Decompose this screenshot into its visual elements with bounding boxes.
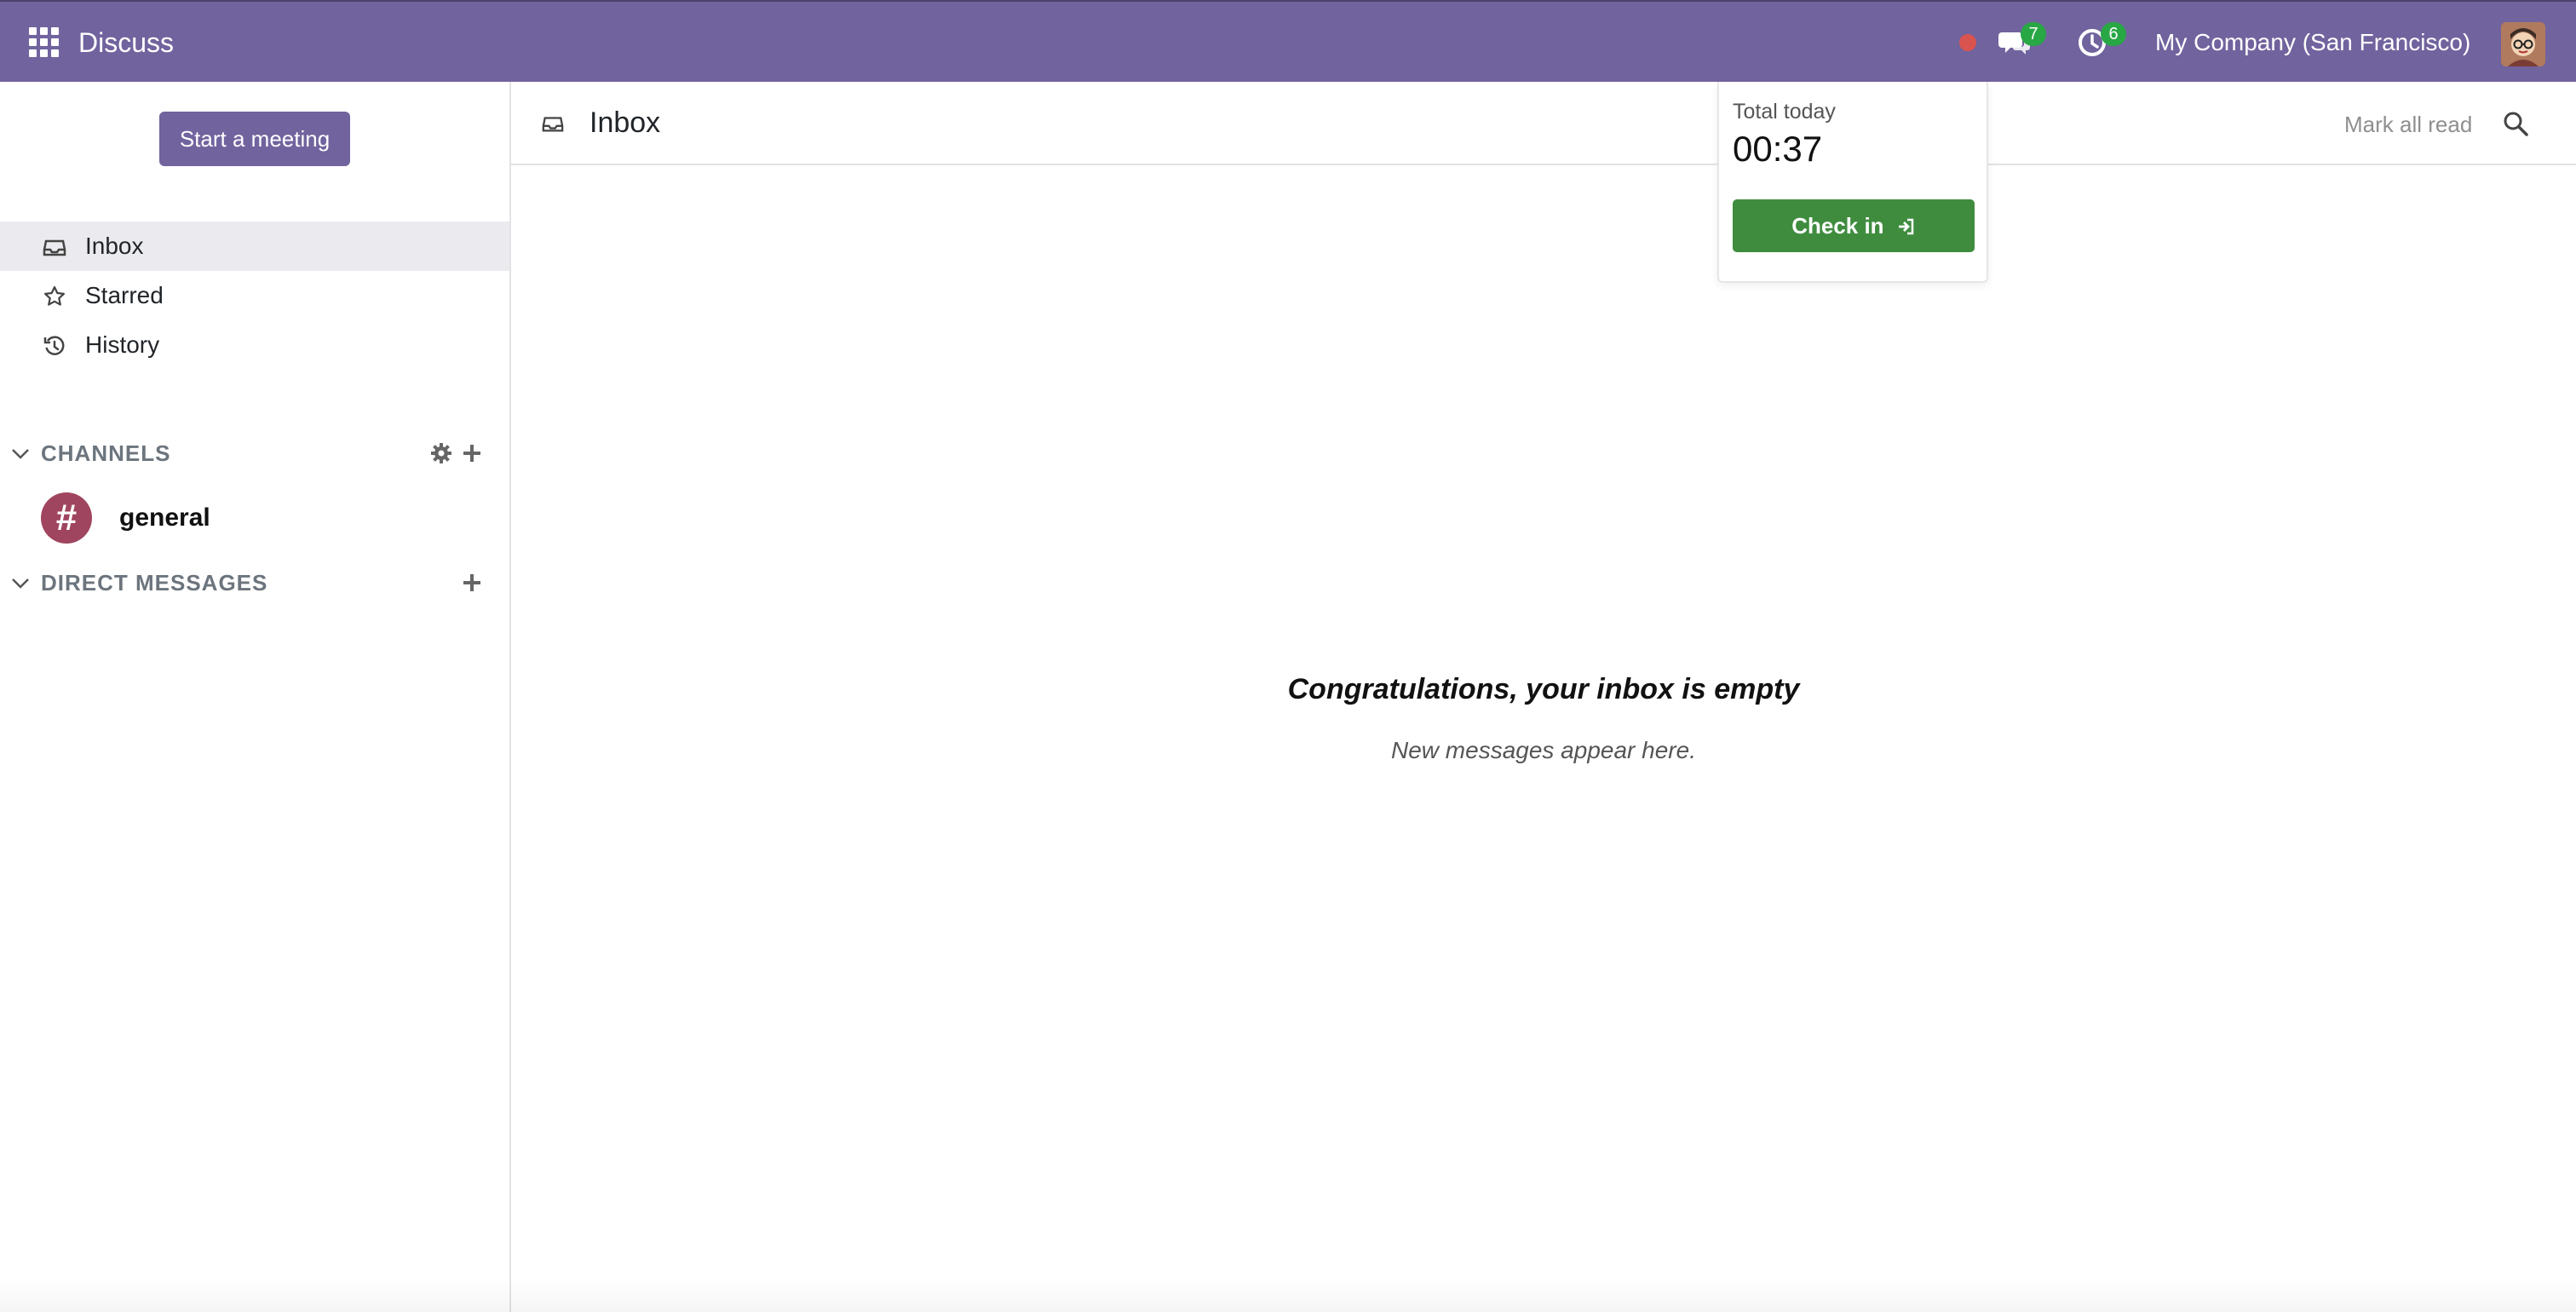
chat-count-badge: 7 <box>2021 22 2046 46</box>
user-avatar[interactable] <box>2501 22 2545 66</box>
main-header: Inbox Mark all read <box>511 82 2576 165</box>
total-today-time: 00:37 <box>1733 129 1823 169</box>
total-today-label: Total today <box>1733 100 1836 124</box>
sidebar-item-label: History <box>85 331 160 358</box>
activity-count-badge: 6 <box>2101 22 2126 46</box>
page-title: Inbox <box>589 106 661 139</box>
check-in-label: Check in <box>1791 213 1884 239</box>
history-icon <box>43 334 66 358</box>
direct-messages-section-header[interactable]: DIRECT MESSAGES <box>0 566 509 600</box>
sidebar-item-label: Starred <box>85 282 164 308</box>
add-channel-icon[interactable] <box>460 441 484 465</box>
gear-icon[interactable] <box>429 441 453 465</box>
chevron-down-icon[interactable] <box>10 443 31 463</box>
sidebar-item-history[interactable]: History <box>0 320 509 370</box>
star-icon <box>43 285 66 308</box>
direct-messages-title: DIRECT MESSAGES <box>41 570 268 596</box>
recording-status-icon[interactable] <box>1959 34 1976 51</box>
add-direct-message-icon[interactable] <box>460 571 484 595</box>
attendance-popover: Total today 00:37 Check in <box>1717 82 1988 283</box>
top-navbar: Discuss 7 6 My Company (San Francisco) <box>0 0 2576 82</box>
bottom-shadow <box>0 1278 2576 1312</box>
channels-section-header[interactable]: CHANNELS <box>0 436 509 470</box>
channels-title: CHANNELS <box>41 440 171 466</box>
mark-all-read-button[interactable]: Mark all read <box>2344 111 2472 138</box>
app-title[interactable]: Discuss <box>78 26 174 60</box>
sidebar-item-inbox[interactable]: Inbox <box>0 222 509 271</box>
inbox-icon <box>542 112 564 135</box>
sidebar-item-starred[interactable]: Starred <box>0 271 509 320</box>
check-in-button[interactable]: Check in <box>1733 199 1975 252</box>
main-content: Inbox Mark all read Congratulations, you… <box>511 82 2576 1312</box>
channel-name: general <box>119 504 210 532</box>
search-icon[interactable] <box>2501 109 2530 138</box>
inbox-icon <box>43 235 66 259</box>
channel-item-general[interactable]: # general <box>0 489 509 549</box>
sidebar-item-label: Inbox <box>85 233 144 259</box>
empty-inbox-title: Congratulations, your inbox is empty <box>1287 673 1800 705</box>
company-switcher[interactable]: My Company (San Francisco) <box>2155 27 2470 58</box>
discuss-sidebar: Start a meeting Inbox Starred History CH… <box>0 82 511 1312</box>
hash-icon: # <box>41 492 92 544</box>
empty-inbox-subtitle: New messages appear here. <box>1391 737 1696 763</box>
apps-grid-icon[interactable] <box>29 27 60 58</box>
start-meeting-button[interactable]: Start a meeting <box>159 112 350 166</box>
chevron-down-icon[interactable] <box>10 573 31 593</box>
sign-in-icon <box>1897 199 1916 252</box>
